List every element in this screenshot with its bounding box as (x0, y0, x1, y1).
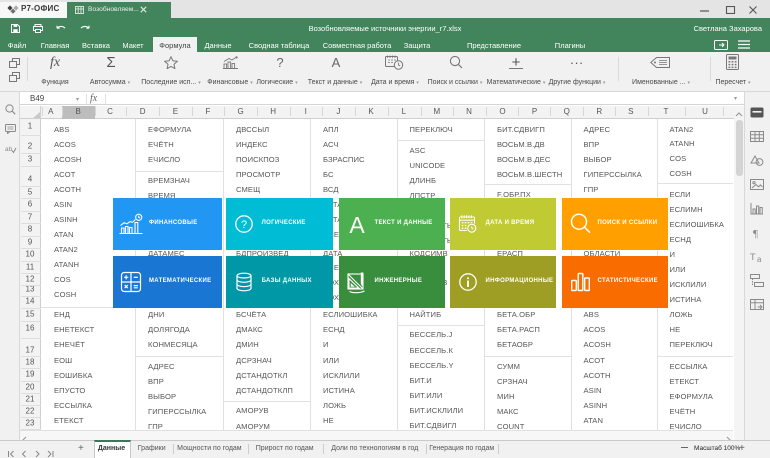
svg-text:A: A (349, 213, 365, 235)
svg-text:T: T (750, 252, 756, 262)
svg-text:?: ? (241, 219, 247, 231)
svg-text:ab: ab (5, 146, 13, 153)
svg-text:¶: ¶ (753, 228, 758, 239)
svg-text:a: a (757, 255, 762, 263)
